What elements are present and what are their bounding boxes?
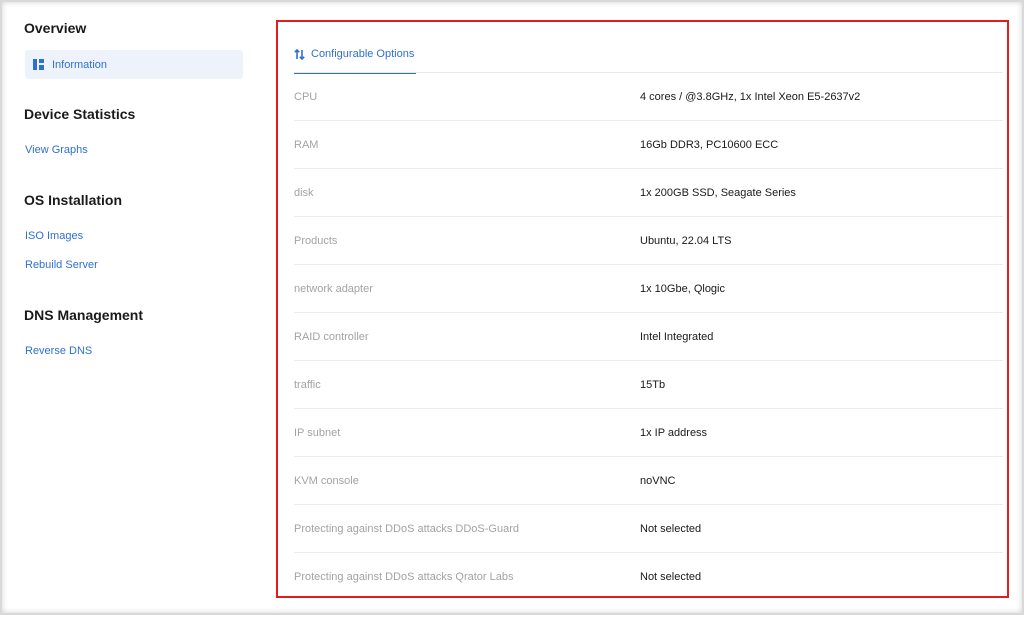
option-value: 4 cores / @3.8GHz, 1x Intel Xeon E5-2637… [640, 90, 861, 103]
option-row: network adapter 1x 10Gbe, Qlogic [294, 265, 1003, 313]
option-row: CPU 4 cores / @3.8GHz, 1x Intel Xeon E5-… [294, 73, 1003, 121]
option-key: Products [294, 234, 338, 247]
option-value: Not selected [640, 522, 702, 535]
sidebar-heading-dns-management: DNS Management [24, 307, 144, 323]
option-row: RAM 16Gb DDR3, PC10600 ECC [294, 121, 1003, 169]
option-row: Protecting against DDoS attacks Qrator L… [294, 553, 1003, 601]
tab-label: Configurable Options [311, 48, 415, 60]
sidebar: Overview Information Device Statistics V… [2, 2, 262, 617]
option-key: KVM console [294, 474, 359, 487]
sidebar-heading-os-installation: OS Installation [24, 192, 123, 208]
sidebar-heading-overview: Overview [24, 20, 87, 36]
option-key: Protecting against DDoS attacks Qrator L… [294, 571, 514, 583]
dashboard-icon [33, 59, 44, 70]
option-row: RAID controller Intel Integrated [294, 313, 1003, 361]
sidebar-item-label: Information [52, 58, 108, 71]
sidebar-item-reverse-dns[interactable]: Reverse DNS [25, 345, 92, 357]
tab-configurable-options[interactable]: Configurable Options [294, 36, 417, 74]
option-key: traffic [294, 378, 321, 391]
option-key: RAID controller [294, 330, 369, 343]
option-row: IP subnet 1x IP address [294, 409, 1003, 457]
option-row: Products Ubuntu, 22.04 LTS [294, 217, 1003, 265]
configurable-options-panel: Configurable Options CPU 4 cores / @3.8G… [276, 20, 1009, 598]
sidebar-item-iso-images[interactable]: ISO Images [25, 230, 83, 242]
option-value: 16Gb DDR3, PC10600 ECC [640, 138, 779, 151]
option-row: traffic 15Tb [294, 361, 1003, 409]
sidebar-heading-device-statistics: Device Statistics [24, 106, 136, 122]
option-key: IP subnet [294, 426, 341, 439]
option-value: 15Tb [640, 378, 666, 391]
sidebar-item-view-graphs[interactable]: View Graphs [25, 144, 88, 156]
options-table: CPU 4 cores / @3.8GHz, 1x Intel Xeon E5-… [294, 73, 1003, 601]
option-key: CPU [294, 90, 318, 103]
option-row: Protecting against DDoS attacks DDoS-Gua… [294, 505, 1003, 553]
option-key: network adapter [294, 282, 373, 295]
option-key: disk [294, 186, 314, 199]
window-frame: Overview Information Device Statistics V… [0, 0, 1024, 615]
option-key: Protecting against DDoS attacks DDoS-Gua… [294, 522, 519, 535]
option-row: disk 1x 200GB SSD, Seagate Series [294, 169, 1003, 217]
option-value: 1x IP address [640, 426, 708, 439]
option-value: Intel Integrated [640, 330, 714, 343]
option-row: KVM console noVNC [294, 457, 1003, 505]
sidebar-item-information[interactable]: Information [25, 50, 243, 79]
option-value: Not selected [640, 571, 702, 583]
option-value: 1x 200GB SSD, Seagate Series [640, 186, 796, 199]
option-value: noVNC [640, 474, 676, 487]
sort-arrows-icon [294, 48, 305, 60]
sidebar-item-rebuild-server[interactable]: Rebuild Server [25, 259, 98, 271]
option-key: RAM [294, 138, 319, 151]
option-value: Ubuntu, 22.04 LTS [640, 234, 732, 247]
option-value: 1x 10Gbe, Qlogic [640, 282, 725, 295]
